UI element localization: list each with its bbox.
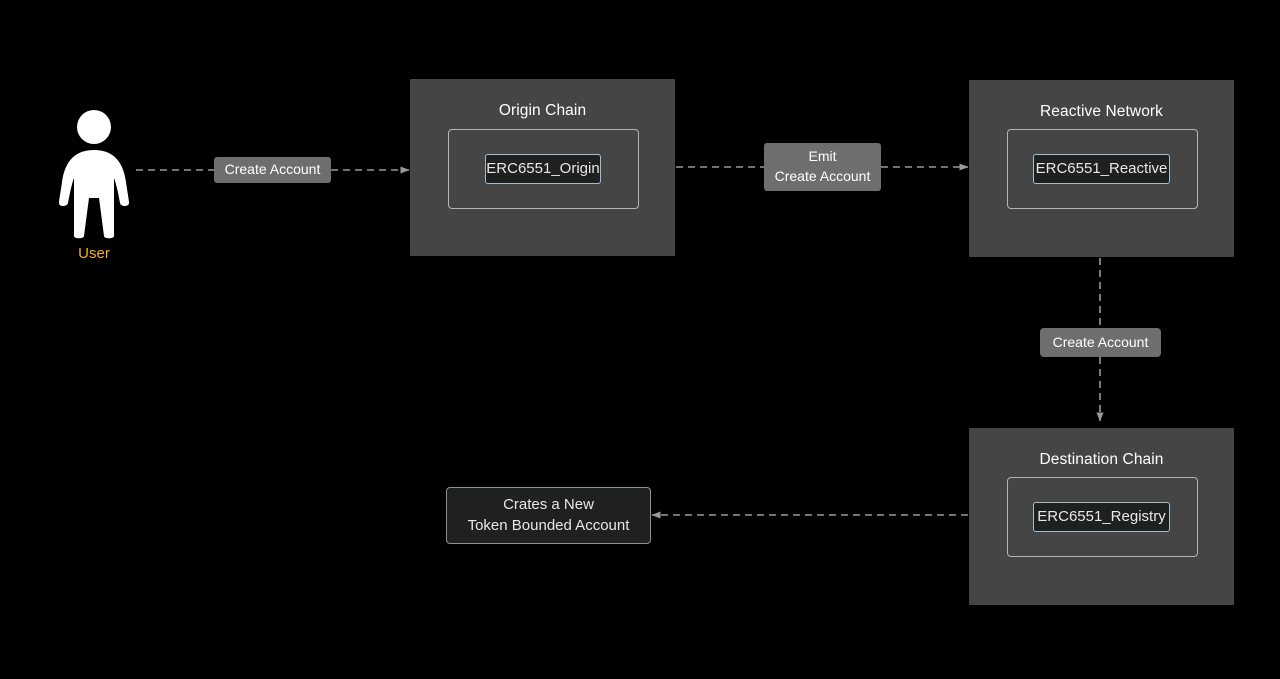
edge-label-create-account-reactive-text: Create Account (1052, 333, 1149, 350)
subgraph-destination-chain[interactable]: Destination Chain ERC6551_Registry (969, 428, 1234, 605)
actor-user-label: User (78, 245, 110, 262)
subgraph-destination-chain-title: Destination Chain (1039, 451, 1164, 468)
node-erc6551-origin[interactable]: ERC6551_Origin (485, 154, 601, 184)
edge-label-create-account-user[interactable]: Create Account (214, 157, 331, 183)
subgraph-origin-chain[interactable]: Origin Chain ERC6551_Origin (410, 79, 675, 256)
subgraph-reactive-network[interactable]: Reactive Network ERC6551_Reactive (969, 80, 1234, 257)
edge-label-emit-line2: Create Account (774, 168, 871, 184)
actor-body-icon (59, 150, 129, 239)
node-token-bounded-account-line1: Crates a New (503, 496, 594, 514)
subgraph-origin-chain-title: Origin Chain (498, 102, 587, 119)
node-erc6551-registry[interactable]: ERC6551_Registry (1033, 502, 1170, 532)
edge-label-create-account-reactive[interactable]: Create Account (1040, 328, 1161, 357)
node-token-bounded-account-line2: Token Bounded Account (467, 516, 630, 534)
edge-label-create-account-user-text: Create Account (224, 161, 321, 178)
actor-user-figure (59, 110, 129, 239)
node-token-bounded-account[interactable]: Crates a New Token Bounded Account (446, 487, 651, 544)
edge-label-emit-create-account[interactable]: Emit Create Account (764, 143, 881, 191)
edge-label-emit-line1: Emit (808, 148, 837, 165)
flowchart-diagram: User Origin Chain ERC6551_Origin Reactiv… (0, 0, 1280, 679)
subgraph-reactive-network-title: Reactive Network (1039, 103, 1164, 120)
actor-head-icon (77, 110, 111, 144)
node-erc6551-reactive[interactable]: ERC6551_Reactive (1033, 154, 1170, 184)
